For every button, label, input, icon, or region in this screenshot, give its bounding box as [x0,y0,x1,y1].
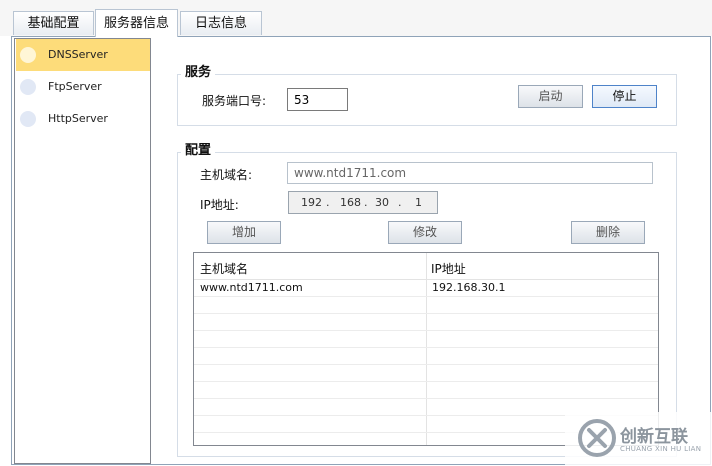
tab-strip: 基础配置 服务器信息 日志信息 [0,0,712,37]
brand-name: 创新互联 [620,427,688,447]
sidebar-item-httpserver[interactable]: HttpServer [16,103,150,135]
ip-dot: . [398,196,402,209]
column-divider [426,253,427,445]
row-divider [194,296,658,297]
tab-basic-config[interactable]: 基础配置 [13,11,94,35]
host-input[interactable] [287,162,653,184]
delete-button[interactable]: 删除 [571,221,645,244]
brand-subtitle: CHUANG XIN HU LIAN [620,445,702,453]
stop-button[interactable]: 停止 [592,85,657,108]
sidebar-item-ftpserver[interactable]: FtpServer [16,71,150,103]
server-list: DNSServer FtpServer HttpServer [14,38,151,464]
table-cell-ip: 192.168.30.1 [432,281,506,294]
row-divider [194,364,658,365]
port-label: 服务端口号: [202,94,267,108]
port-input[interactable] [287,88,348,111]
sidebar-item-dnsserver[interactable]: DNSServer [16,39,150,71]
brand-watermark: 创新互联 CHUANG XIN HU LIAN [565,412,712,466]
ip-dot: . [364,196,368,209]
sidebar-item-label: DNSServer [48,48,108,61]
ip-label: IP地址: [200,198,239,212]
service-group-title: 服务 [181,61,216,80]
ip-octet-2: 168 [340,196,361,209]
row-divider [194,381,658,382]
row-divider [194,330,658,331]
ip-octet-3: 30 [375,196,389,209]
column-header-ip[interactable]: IP地址 [431,260,466,277]
brand-logo-icon [578,419,616,457]
ip-octet-1: 192 [301,196,322,209]
table-cell-host: www.ntd1711.com [200,281,303,294]
ip-address-field[interactable]: 192 . 168 . 30 . 1 [288,191,438,214]
start-button[interactable]: 启动 [518,85,583,108]
row-divider [194,313,658,314]
ip-octet-4: 1 [415,196,422,209]
sidebar-item-label: HttpServer [48,112,108,125]
ip-dot: . [326,196,330,209]
row-divider [194,347,658,348]
config-group-title: 配置 [181,139,216,158]
column-header-host[interactable]: 主机域名 [200,260,248,277]
row-divider [194,398,658,399]
tab-server-info[interactable]: 服务器信息 [95,9,178,37]
radio-icon [20,79,36,95]
radio-icon [20,111,36,127]
sidebar-item-label: FtpServer [48,80,102,93]
host-label: 主机域名: [200,168,253,182]
tab-log-info[interactable]: 日志信息 [180,11,262,35]
add-button[interactable]: 增加 [207,221,281,244]
radio-icon [20,47,36,63]
edit-button[interactable]: 修改 [388,221,462,244]
